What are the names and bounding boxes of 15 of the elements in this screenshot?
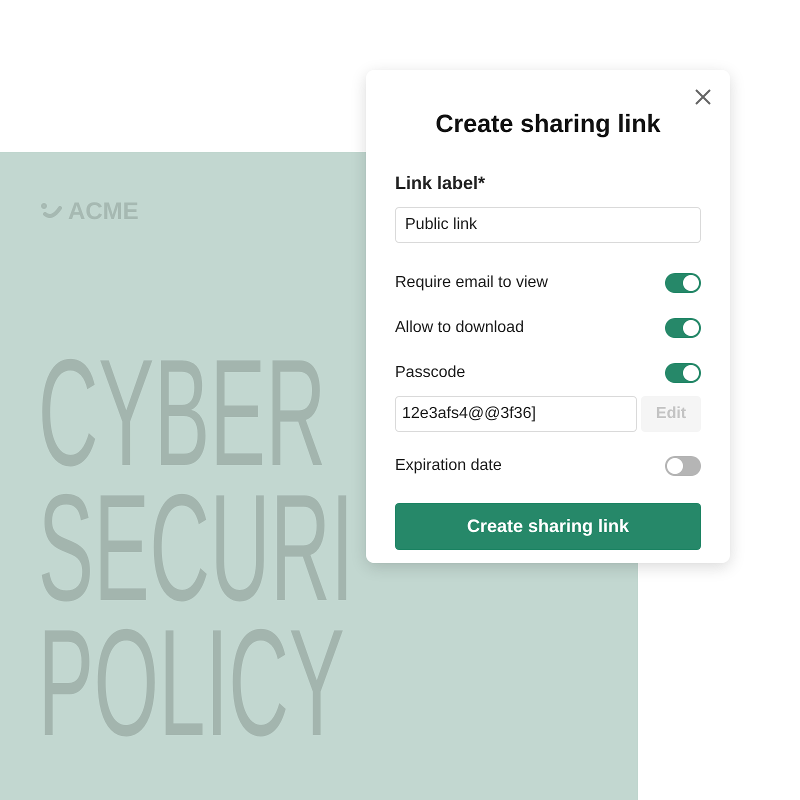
toggle-switch[interactable] [665, 456, 701, 476]
smile-icon [40, 203, 64, 221]
toggle-switch[interactable] [665, 318, 701, 338]
close-icon [694, 88, 712, 106]
option-label: Require email to view [395, 273, 548, 293]
toggle-switch[interactable] [665, 363, 701, 383]
close-button[interactable] [694, 88, 712, 106]
dialog-title: Create sharing link [434, 109, 662, 140]
field-label: Link label* [395, 172, 486, 194]
toggle-switch[interactable] [665, 273, 701, 293]
option-label: Allow to download [395, 318, 524, 338]
option-label: Expiration date [395, 456, 502, 476]
option-label: Passcode [395, 363, 466, 383]
link-label-field[interactable]: Public link [395, 206, 701, 242]
create-link-button[interactable]: Create sharing link [395, 502, 701, 550]
